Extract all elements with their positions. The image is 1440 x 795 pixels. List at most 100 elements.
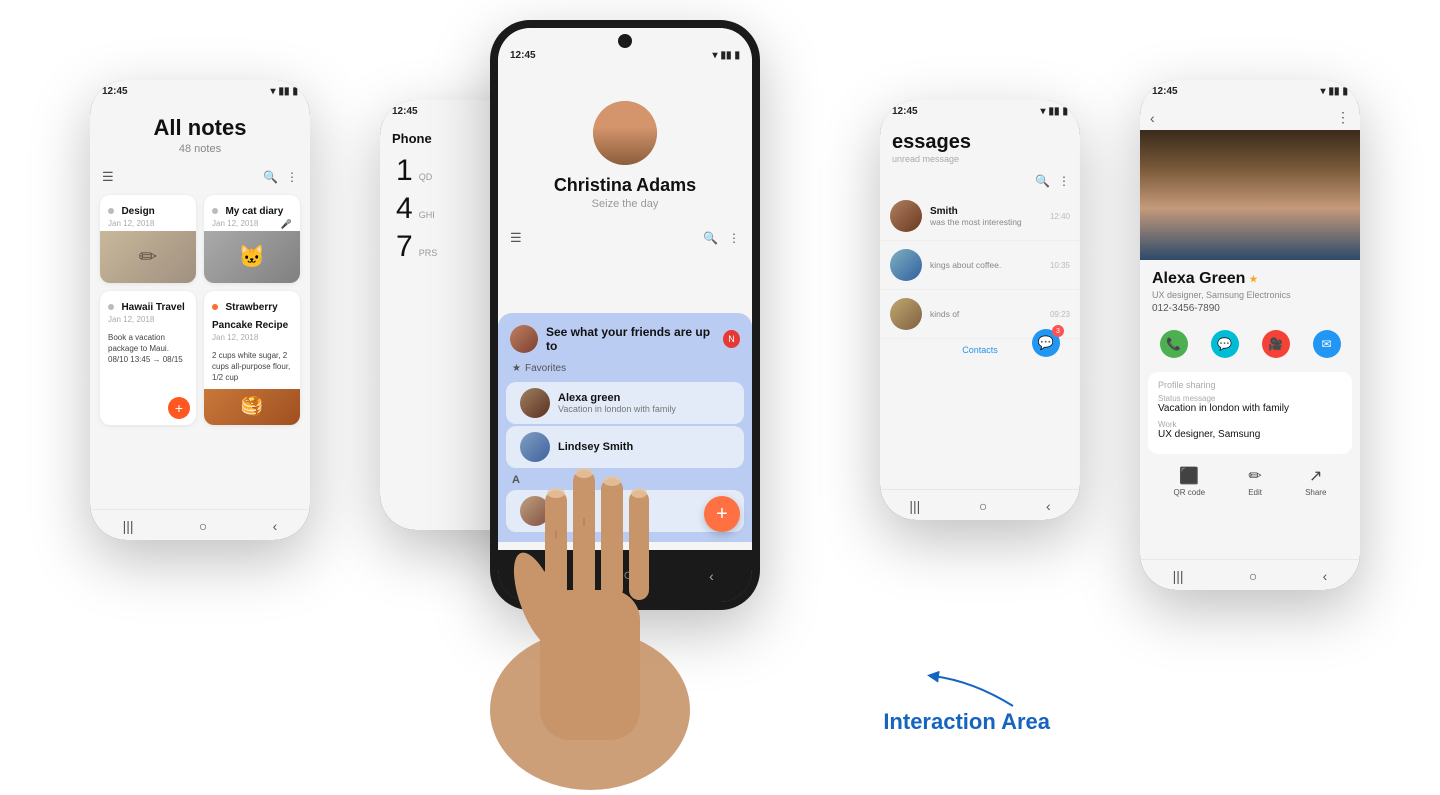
chat-count: 3 bbox=[1052, 325, 1064, 337]
mic-icon: 🎤 bbox=[281, 219, 292, 230]
detail-nav-menu[interactable]: ||| bbox=[1173, 568, 1184, 584]
call-btn[interactable]: 📞 bbox=[1160, 330, 1188, 358]
qr-label: QR code bbox=[1174, 488, 1206, 497]
alexa-info: Alexa green Vacation in london with fami… bbox=[558, 392, 676, 414]
more-icon[interactable]: ⋮ bbox=[286, 170, 298, 184]
phone-center: 12:45 ▾ ▮▮ ▮ Christina Adams Seize the d… bbox=[490, 20, 760, 610]
interaction-arrow-svg bbox=[913, 671, 1033, 711]
dialer-sub-4: GHI bbox=[419, 210, 435, 220]
msg-nav-home[interactable]: ○ bbox=[979, 498, 987, 514]
notif-dot: N bbox=[723, 330, 740, 348]
message-icon: 💬 bbox=[1211, 330, 1239, 358]
video-btn[interactable]: 🎥 bbox=[1262, 330, 1290, 358]
dialer-digit-1: 1 bbox=[396, 156, 413, 186]
center-nav-menu[interactable]: ||| bbox=[536, 568, 547, 584]
work-label: Work bbox=[1158, 420, 1342, 429]
signal-icon-4: ▮▮ bbox=[1048, 106, 1059, 117]
msg-avatar-2 bbox=[890, 249, 922, 281]
message-btn[interactable]: 💬 bbox=[1211, 330, 1239, 358]
email-icon: ✉ bbox=[1313, 330, 1341, 358]
work-value: UX designer, Samsung bbox=[1158, 429, 1342, 440]
nav-home-icon[interactable]: ○ bbox=[199, 518, 207, 534]
msg-nav-back[interactable]: ‹ bbox=[1046, 498, 1051, 514]
call-icon: 📞 bbox=[1160, 330, 1188, 358]
msg-subtitle: unread message bbox=[892, 154, 1068, 164]
note-cat-diary[interactable]: My cat diary 🎤 Jan 12, 2018 🐱 bbox=[204, 195, 300, 283]
nav-menu-icon[interactable]: ||| bbox=[123, 518, 134, 534]
wifi-icon-3: ▾ bbox=[712, 50, 717, 61]
msg-nav-menu[interactable]: ||| bbox=[909, 498, 920, 514]
signal-icon: ▮▮ bbox=[278, 86, 289, 97]
msg-sender-smith: Smith bbox=[930, 206, 1022, 217]
dialer-app-title: Phone bbox=[392, 131, 432, 146]
detail-nav: ||| ○ ‹ bbox=[1140, 559, 1360, 590]
note-pancake[interactable]: Strawberry Pancake Recipe Jan 12, 2018 2… bbox=[204, 291, 300, 425]
favorites-label: ★ Favorites bbox=[498, 361, 752, 380]
lindsey-name: Lindsey Smith bbox=[558, 441, 633, 453]
msg-title: essages bbox=[892, 131, 1068, 154]
battery-icon-3: ▮ bbox=[734, 50, 740, 61]
msg-info-2: kings about coffee. bbox=[930, 260, 1001, 270]
center-hamburger[interactable]: ☰ bbox=[510, 230, 522, 246]
center-more-icon[interactable]: ⋮ bbox=[728, 231, 740, 245]
detail-nav-bar: ‹ ⋮ bbox=[1140, 101, 1360, 130]
edit-btn[interactable]: ✏ Edit bbox=[1248, 466, 1262, 497]
bottom-actions: ⬛ QR code ✏ Edit ↗ Share bbox=[1140, 458, 1360, 501]
center-nav-back[interactable]: ‹ bbox=[709, 568, 714, 584]
alexa-avatar bbox=[520, 388, 550, 418]
msg-more-icon[interactable]: ⋮ bbox=[1058, 174, 1070, 188]
notes-grid: Design Jan 12, 2018 ✏ My cat diary 🎤 Jan… bbox=[90, 189, 310, 431]
back-arrow-icon[interactable]: ‹ bbox=[1150, 110, 1155, 126]
detail-nav-home[interactable]: ○ bbox=[1249, 568, 1257, 584]
alexa-face bbox=[1140, 130, 1360, 260]
scene: 12:45 ▾ ▮▮ ▮ All notes 48 notes ☰ 🔍 ⋮ bbox=[0, 0, 1440, 790]
note-pancake-date: Jan 12, 2018 bbox=[212, 333, 292, 342]
dialer-sub-1: QD bbox=[419, 172, 433, 182]
messages-header: essages unread message bbox=[880, 121, 1080, 170]
nav-back-icon[interactable]: ‹ bbox=[273, 518, 278, 534]
edit-label: Edit bbox=[1248, 488, 1262, 497]
detail-status-bar: 12:45 ▾ ▮▮ ▮ bbox=[1140, 80, 1360, 101]
search-icon[interactable]: 🔍 bbox=[263, 170, 278, 184]
contact-avatar bbox=[593, 101, 657, 165]
notes-status-bar: 12:45 ▾ ▮▮ ▮ bbox=[90, 80, 310, 101]
note-design-title: Design bbox=[121, 206, 154, 217]
msg-search-icon[interactable]: 🔍 bbox=[1035, 174, 1050, 188]
notes-screen: 12:45 ▾ ▮▮ ▮ All notes 48 notes ☰ 🔍 ⋮ bbox=[90, 80, 310, 509]
interaction-text: Interaction Area bbox=[883, 709, 1050, 734]
qr-code-btn[interactable]: ⬛ QR code bbox=[1174, 466, 1206, 497]
center-toolbar: ☰ 🔍 ⋮ bbox=[498, 224, 752, 252]
detail-nav-back[interactable]: ‹ bbox=[1323, 568, 1328, 584]
msg-preview-3: kinds of bbox=[930, 309, 959, 319]
center-fab[interactable]: + bbox=[704, 496, 740, 532]
social-popup-header: See what your friends are up to N bbox=[498, 325, 752, 361]
social-contact-lindsey[interactable]: Lindsey Smith bbox=[506, 426, 744, 468]
note-design[interactable]: Design Jan 12, 2018 ✏ bbox=[100, 195, 196, 283]
video-icon: 🎥 bbox=[1262, 330, 1290, 358]
center-nav-home[interactable]: ○ bbox=[623, 567, 633, 585]
star-icon: ★ bbox=[512, 363, 521, 374]
social-contact-alexa[interactable]: Alexa green Vacation in london with fami… bbox=[506, 382, 744, 424]
hamburger-icon[interactable]: ☰ bbox=[102, 169, 114, 185]
battery-icon: ▮ bbox=[292, 86, 298, 97]
note-hawaii[interactable]: Hawaii Travel Jan 12, 2018 Book a vacati… bbox=[100, 291, 196, 425]
phone-contact-detail: 12:45 ▾ ▮▮ ▮ ‹ ⋮ Alexa Green ★ UX desig bbox=[1140, 80, 1360, 590]
alexa-info: Alexa Green ★ UX designer, Samsung Elect… bbox=[1140, 260, 1360, 320]
email-btn[interactable]: ✉ bbox=[1313, 330, 1341, 358]
dialer-digit-4: 4 bbox=[396, 194, 413, 224]
center-time: 12:45 bbox=[510, 50, 536, 61]
msg-toolbar: 🔍 ⋮ bbox=[880, 170, 1080, 192]
msg-row-smith[interactable]: Smith was the most interesting 12:40 bbox=[880, 192, 1080, 241]
add-note-btn[interactable]: + bbox=[168, 397, 190, 419]
anon-avatar bbox=[520, 496, 550, 526]
wifi-icon: ▾ bbox=[270, 86, 275, 97]
center-search-icon[interactable]: 🔍 bbox=[703, 231, 718, 245]
msg-info-smith: Smith was the most interesting bbox=[930, 206, 1022, 227]
signal-icon-3: ▮▮ bbox=[720, 50, 731, 61]
center-screen: 12:45 ▾ ▮▮ ▮ Christina Adams Seize the d… bbox=[498, 28, 752, 602]
share-btn[interactable]: ↗ Share bbox=[1305, 466, 1326, 497]
detail-more-icon[interactable]: ⋮ bbox=[1336, 109, 1350, 126]
msg-preview-2: kings about coffee. bbox=[930, 260, 1001, 270]
msg-nav: ||| ○ ‹ bbox=[880, 489, 1080, 520]
msg-row-2[interactable]: kings about coffee. 10:35 bbox=[880, 241, 1080, 290]
